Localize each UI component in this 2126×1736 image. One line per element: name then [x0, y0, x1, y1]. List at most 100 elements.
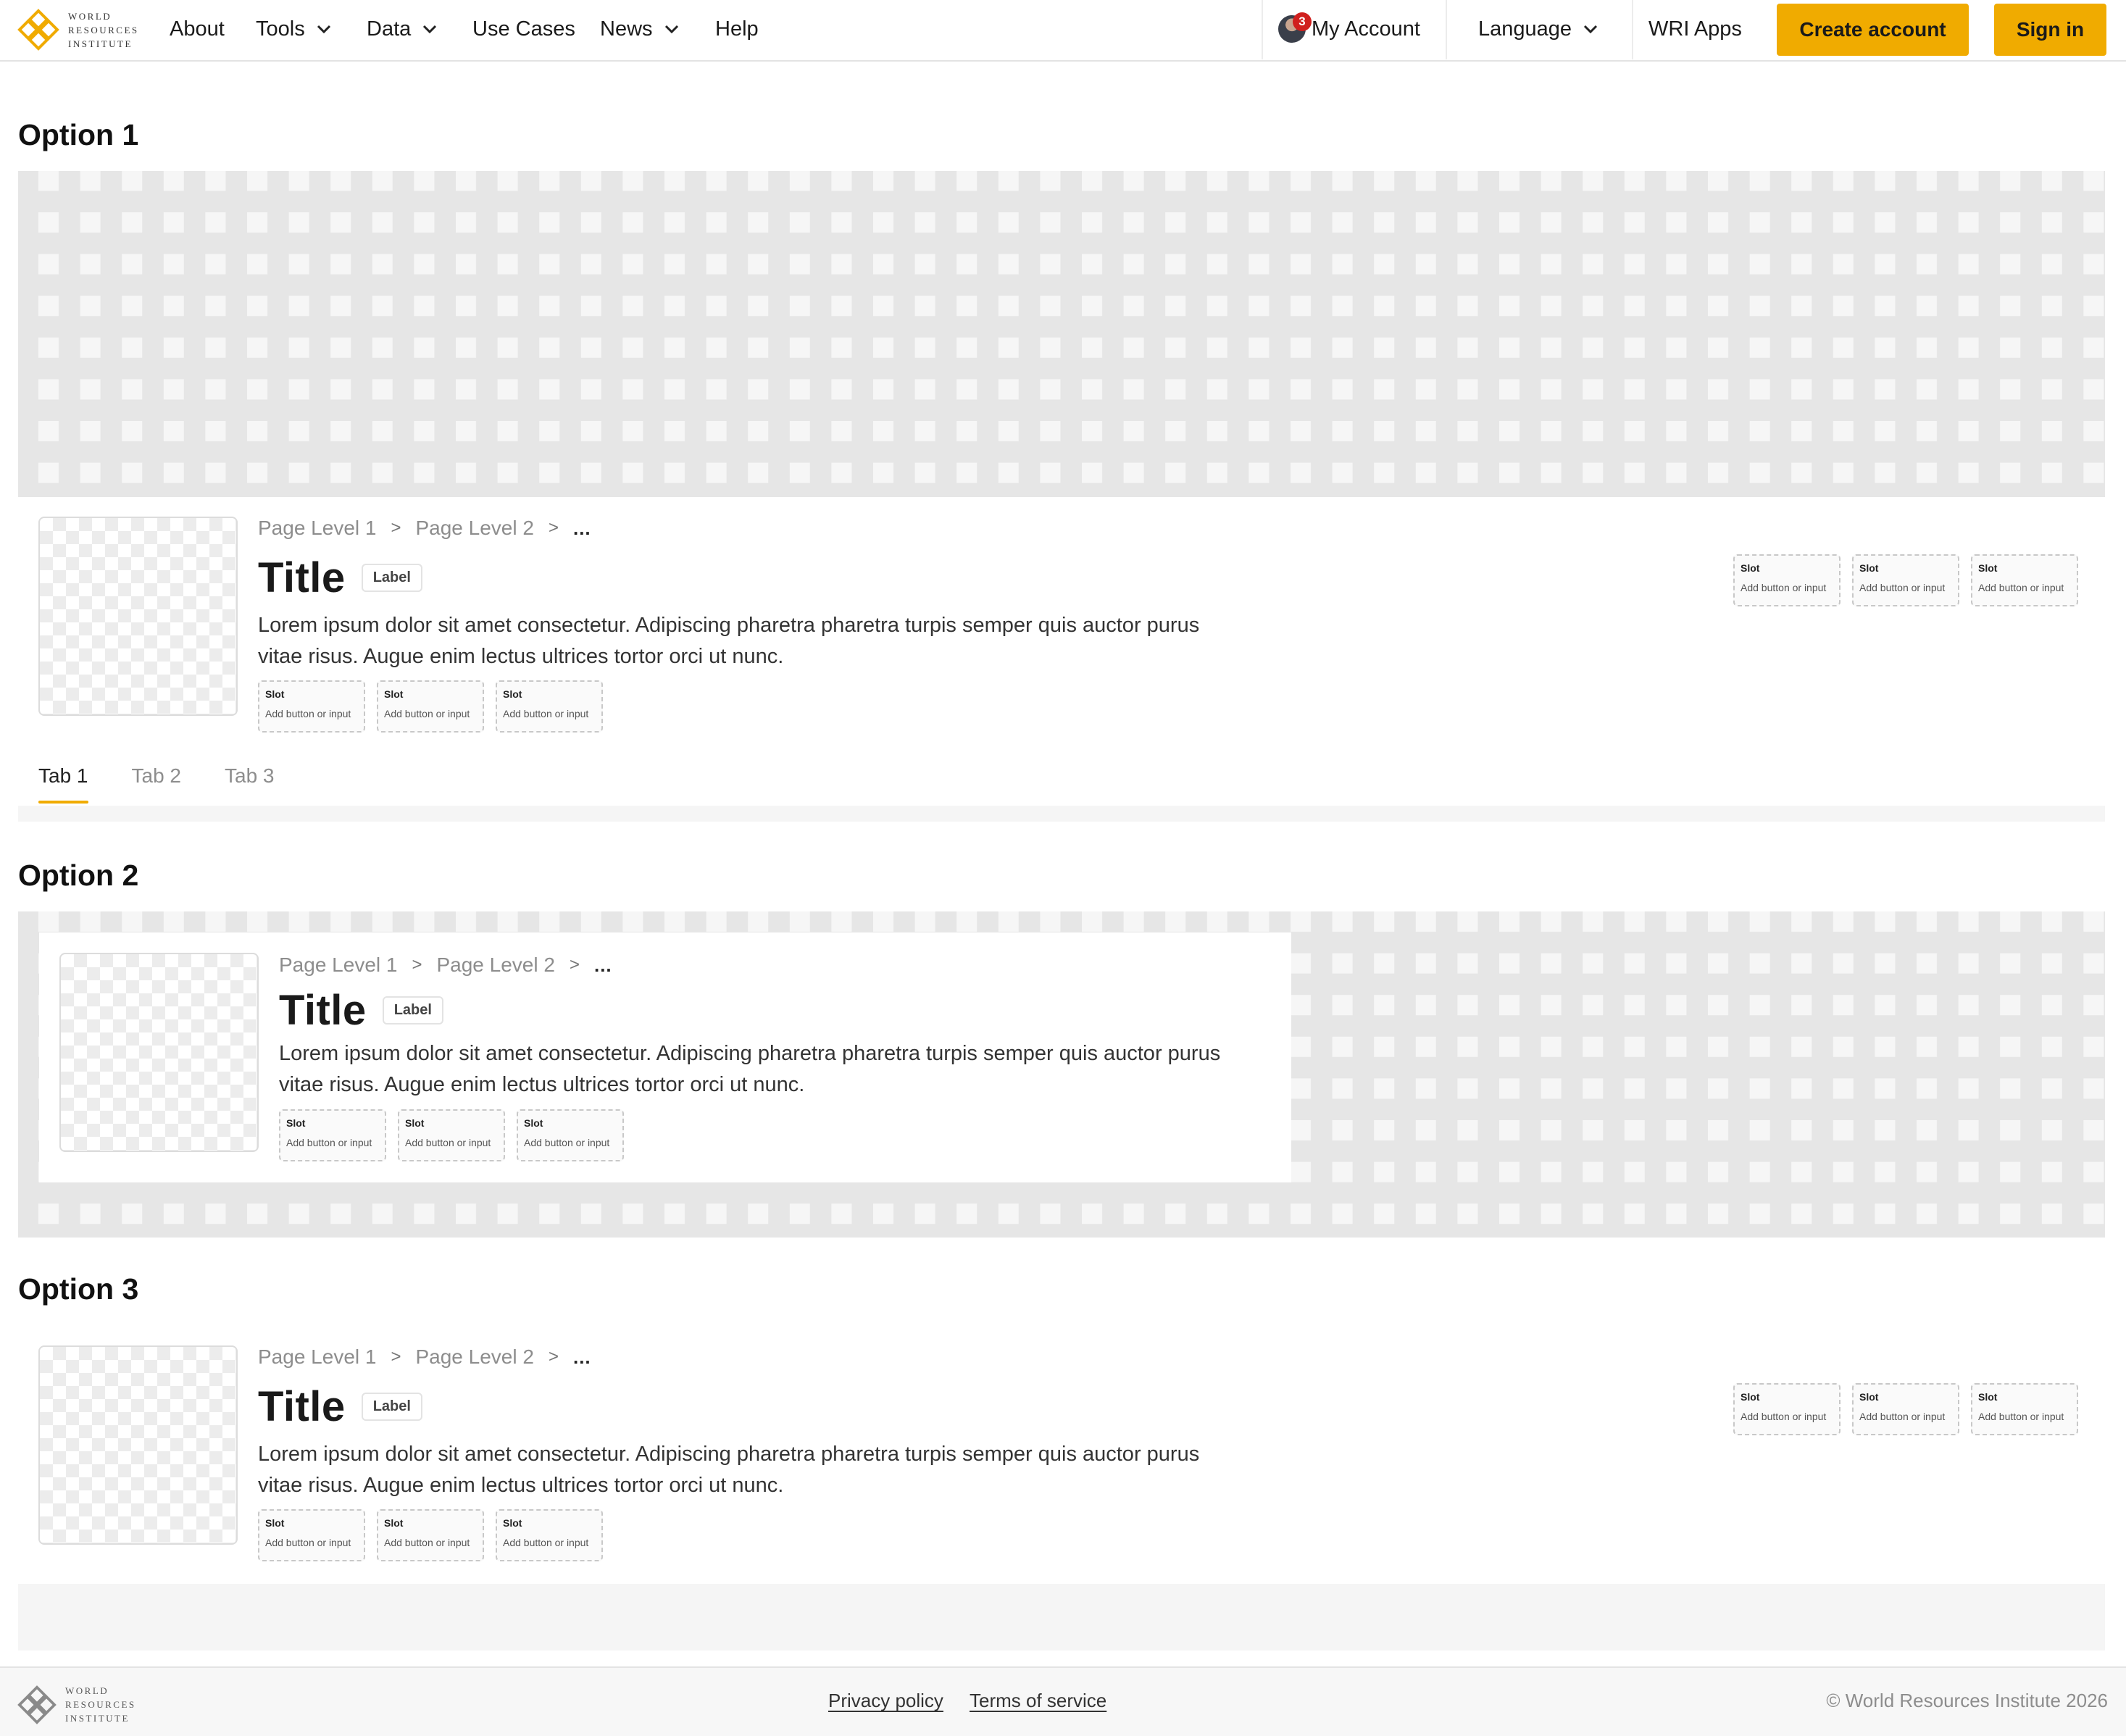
option-2-title-row: Title Label	[279, 986, 443, 1035]
nav-use-cases-label: Use Cases	[472, 17, 575, 41]
option-2-description: Lorem ipsum dolor sit amet consectetur. …	[279, 1038, 1235, 1101]
top-navigation: World Resources Institute About Tools Da…	[0, 0, 2126, 62]
notification-badge: 3	[1293, 12, 1312, 31]
breadcrumb-page-level-2[interactable]: Page Level 2	[436, 953, 554, 977]
slot[interactable]: Slot Add button or input	[258, 1509, 365, 1561]
slot-hint: Add button or input	[1859, 1411, 1946, 1422]
option-2-slots: Slot Add button or input Slot Add button o…	[279, 1109, 624, 1161]
tab-3[interactable]: Tab 3	[225, 764, 275, 804]
slot-hint: Add button or input	[524, 1137, 610, 1148]
option-3-left-slots: Slot Add button or input Slot Add button o…	[258, 1509, 603, 1561]
slot-hint: Add button or input	[1978, 1411, 2064, 1422]
option-1-title-row: Title Label	[258, 554, 422, 602]
slot-hint: Add button or input	[503, 708, 589, 719]
breadcrumb-more[interactable]: ...	[573, 517, 591, 540]
option-3-breadcrumb: Page Level 1 > Page Level 2 > ...	[258, 1345, 591, 1369]
option-3-content-area	[18, 1584, 2105, 1651]
slot[interactable]: Slot Add button or input	[1733, 554, 1841, 606]
slot-hint: Add button or input	[286, 1137, 372, 1148]
slot[interactable]: Slot Add button or input	[1971, 1383, 2078, 1435]
terms-of-service-link[interactable]: Terms of service	[970, 1690, 1106, 1712]
description-line-2: vitae risus. Augue enim lectus ultrices …	[258, 1474, 784, 1497]
tab-1[interactable]: Tab 1	[38, 764, 88, 804]
slot[interactable]: Slot Add button or input	[496, 680, 603, 733]
slot[interactable]: Slot Add button or input	[1852, 1383, 1959, 1435]
breadcrumb-page-level-1[interactable]: Page Level 1	[258, 1345, 376, 1369]
nav-wri-apps[interactable]: WRI Apps	[1648, 0, 1742, 58]
nav-divider	[1446, 0, 1447, 59]
slot[interactable]: Slot Add button or input	[377, 1509, 484, 1561]
slot-hint: Add button or input	[1859, 582, 1946, 593]
slot-title: Slot	[384, 688, 404, 700]
create-account-button[interactable]: Create account	[1777, 4, 1969, 56]
slot[interactable]: Slot Add button or input	[517, 1109, 624, 1161]
breadcrumb-separator: >	[548, 1347, 559, 1366]
nav-language[interactable]: Language	[1478, 0, 1599, 58]
slot-hint: Add button or input	[1741, 1411, 1827, 1422]
nav-my-account-label: My Account	[1312, 17, 1420, 41]
option-2-breadcrumb: Page Level 1 > Page Level 2 > ...	[279, 953, 612, 977]
slot-title: Slot	[1859, 1391, 1879, 1403]
slot[interactable]: Slot Add button or input	[258, 680, 365, 733]
slot-hint: Add button or input	[405, 1137, 491, 1148]
breadcrumb-page-level-1[interactable]: Page Level 1	[258, 517, 376, 540]
slot-hint: Add button or input	[503, 1537, 589, 1548]
option-1-right-slots: Slot Add button or input Slot Add button o…	[1733, 554, 2078, 606]
slot[interactable]: Slot Add button or input	[279, 1109, 386, 1161]
nav-wri-apps-label: WRI Apps	[1648, 17, 1742, 41]
nav-use-cases[interactable]: Use Cases	[472, 0, 575, 58]
option-2-thumbnail	[59, 953, 259, 1152]
nav-tools[interactable]: Tools	[256, 0, 333, 58]
description-line-1: Lorem ipsum dolor sit amet consectetur. …	[258, 1443, 1200, 1466]
slot[interactable]: Slot Add button or input	[1971, 554, 2078, 606]
description-line-2: vitae risus. Augue enim lectus ultrices …	[279, 1073, 805, 1096]
breadcrumb-more[interactable]: ...	[573, 1346, 591, 1369]
slot[interactable]: Slot Add button or input	[398, 1109, 505, 1161]
slot-title: Slot	[1741, 562, 1760, 574]
slot[interactable]: Slot Add button or input	[1733, 1383, 1841, 1435]
slot-hint: Add button or input	[384, 708, 470, 719]
slot-title: Slot	[1741, 1391, 1760, 1403]
breadcrumb-more[interactable]: ...	[594, 954, 612, 977]
slot-hint: Add button or input	[1978, 582, 2064, 593]
slot-hint: Add button or input	[1741, 582, 1827, 593]
nav-my-account[interactable]: 3 My Account	[1278, 0, 1420, 58]
slot-hint: Add button or input	[265, 1537, 351, 1548]
description-line-1: Lorem ipsum dolor sit amet consectetur. …	[258, 614, 1200, 637]
option-1-description: Lorem ipsum dolor sit amet consectetur. …	[258, 610, 1214, 672]
slot-title: Slot	[405, 1117, 425, 1129]
nav-help[interactable]: Help	[715, 0, 759, 58]
chevron-down-icon	[1583, 25, 1598, 34]
breadcrumb-page-level-2[interactable]: Page Level 2	[415, 517, 533, 540]
privacy-policy-link[interactable]: Privacy policy	[828, 1690, 943, 1712]
nav-divider	[1632, 0, 1633, 59]
wri-logo-icon	[17, 9, 59, 51]
page-title: Title	[258, 554, 346, 601]
wri-logo[interactable]: World Resources Institute	[17, 9, 139, 51]
option-1-tabs: Tab 1 Tab 2 Tab 3	[38, 764, 275, 804]
chevron-down-icon	[664, 25, 678, 34]
breadcrumb-page-level-2[interactable]: Page Level 2	[415, 1345, 533, 1369]
nav-language-label: Language	[1478, 17, 1572, 41]
footer-wri-logo[interactable]: World Resources Institute	[17, 1684, 136, 1725]
option-3-thumbnail	[38, 1345, 238, 1545]
slot-title: Slot	[384, 1517, 404, 1529]
tab-2[interactable]: Tab 2	[132, 764, 182, 804]
slot-title: Slot	[524, 1117, 543, 1129]
nav-data[interactable]: Data	[367, 0, 438, 58]
title-label-tag: Label	[361, 564, 422, 592]
slot[interactable]: Slot Add button or input	[496, 1509, 603, 1561]
nav-news-label: News	[600, 17, 653, 41]
breadcrumb-page-level-1[interactable]: Page Level 1	[279, 953, 397, 977]
option-2-heading: Option 2	[18, 859, 139, 892]
nav-data-label: Data	[367, 17, 412, 41]
nav-news[interactable]: News	[600, 0, 680, 58]
breadcrumb-separator: >	[548, 518, 559, 538]
tabs-underline-bar	[18, 806, 2105, 822]
slot[interactable]: Slot Add button or input	[1852, 554, 1959, 606]
logo-text-line1: World	[65, 1685, 109, 1696]
slot[interactable]: Slot Add button or input	[377, 680, 484, 733]
nav-about[interactable]: About	[170, 0, 225, 58]
sign-in-button[interactable]: Sign in	[1994, 4, 2106, 56]
slot-title: Slot	[503, 1517, 522, 1529]
